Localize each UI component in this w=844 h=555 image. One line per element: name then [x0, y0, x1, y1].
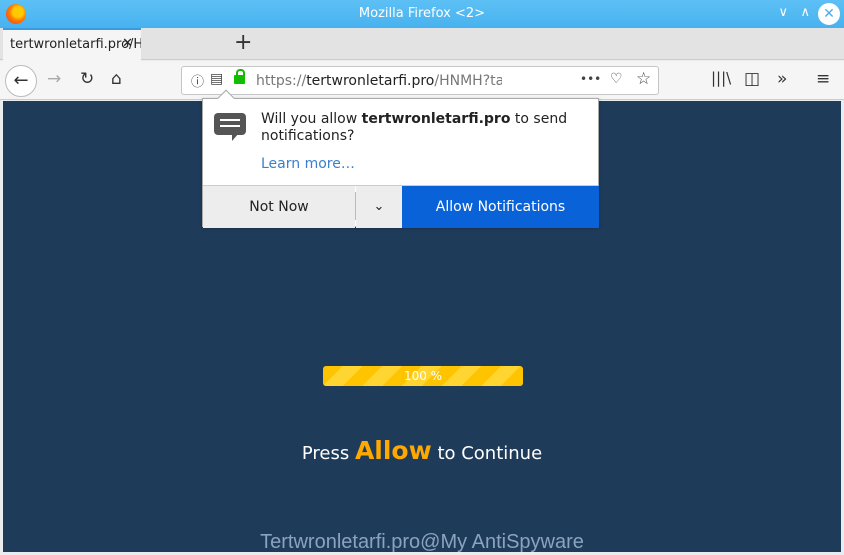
forward-button[interactable]: →	[47, 69, 61, 89]
notification-permission-icon[interactable]: ▤	[210, 71, 223, 87]
not-now-button[interactable]: Not Now	[203, 186, 355, 228]
maximize-button[interactable]: ∧	[800, 5, 810, 20]
watermark: Tertwronletarfi.pro@My AntiSpyware	[260, 531, 584, 553]
back-button[interactable]: ←	[5, 65, 37, 97]
pocket-icon[interactable]: ♡	[610, 71, 623, 87]
menu-icon[interactable]: ≡	[816, 69, 830, 89]
learn-more-link[interactable]: Learn more…	[261, 156, 355, 172]
page-actions-button[interactable]: •••	[580, 72, 601, 86]
info-icon[interactable]: ⓘ	[191, 71, 204, 90]
sidebar-icon[interactable]: ◫	[744, 69, 760, 89]
nav-bar: ← → ↻ ⌂ ⓘ ▤ https://tertwronletarfi.pro/…	[0, 61, 844, 100]
chat-icon	[214, 113, 246, 141]
press-allow-text: Press Allow to Continue	[301, 436, 543, 465]
progress-bar: 100 %	[323, 366, 523, 386]
title-bar: Mozilla Firefox <2> ∨ ∧ ✕	[0, 0, 844, 28]
reload-button[interactable]: ↻	[80, 69, 94, 89]
url-bar[interactable]: ⓘ ▤ https://tertwronletarfi.pro/HNMH?tag…	[181, 66, 659, 95]
new-tab-button[interactable]: +	[234, 30, 252, 55]
tab-close-button[interactable]: ✕	[122, 36, 133, 51]
popup-buttons: Not Now ⌄ Allow Notifications	[203, 185, 599, 228]
lock-icon	[234, 69, 245, 84]
url-text[interactable]: https://tertwronletarfi.pro/HNMH?tag_id=…	[256, 73, 502, 89]
popup-message: Will you allow tertwronletarfi.pro to se…	[261, 111, 568, 144]
window-title: Mozilla Firefox <2>	[358, 6, 486, 21]
minimize-button[interactable]: ∨	[778, 5, 788, 20]
overflow-chevron-icon[interactable]: »	[777, 69, 787, 89]
close-window-button[interactable]: ✕	[818, 3, 840, 25]
allow-notifications-button[interactable]: Allow Notifications	[402, 186, 599, 228]
chevron-down-icon[interactable]: ⌄	[356, 186, 402, 228]
tab-active[interactable]: tertwronletarfi.pro/HNMH?ta ✕	[3, 28, 141, 61]
bookmark-star-icon[interactable]: ☆	[636, 69, 651, 89]
library-icon[interactable]: |||\	[711, 69, 731, 87]
home-button[interactable]: ⌂	[111, 69, 122, 89]
tab-bar: tertwronletarfi.pro/HNMH?ta ✕ +	[0, 28, 844, 61]
notification-permission-popup: Will you allow tertwronletarfi.pro to se…	[202, 89, 599, 228]
